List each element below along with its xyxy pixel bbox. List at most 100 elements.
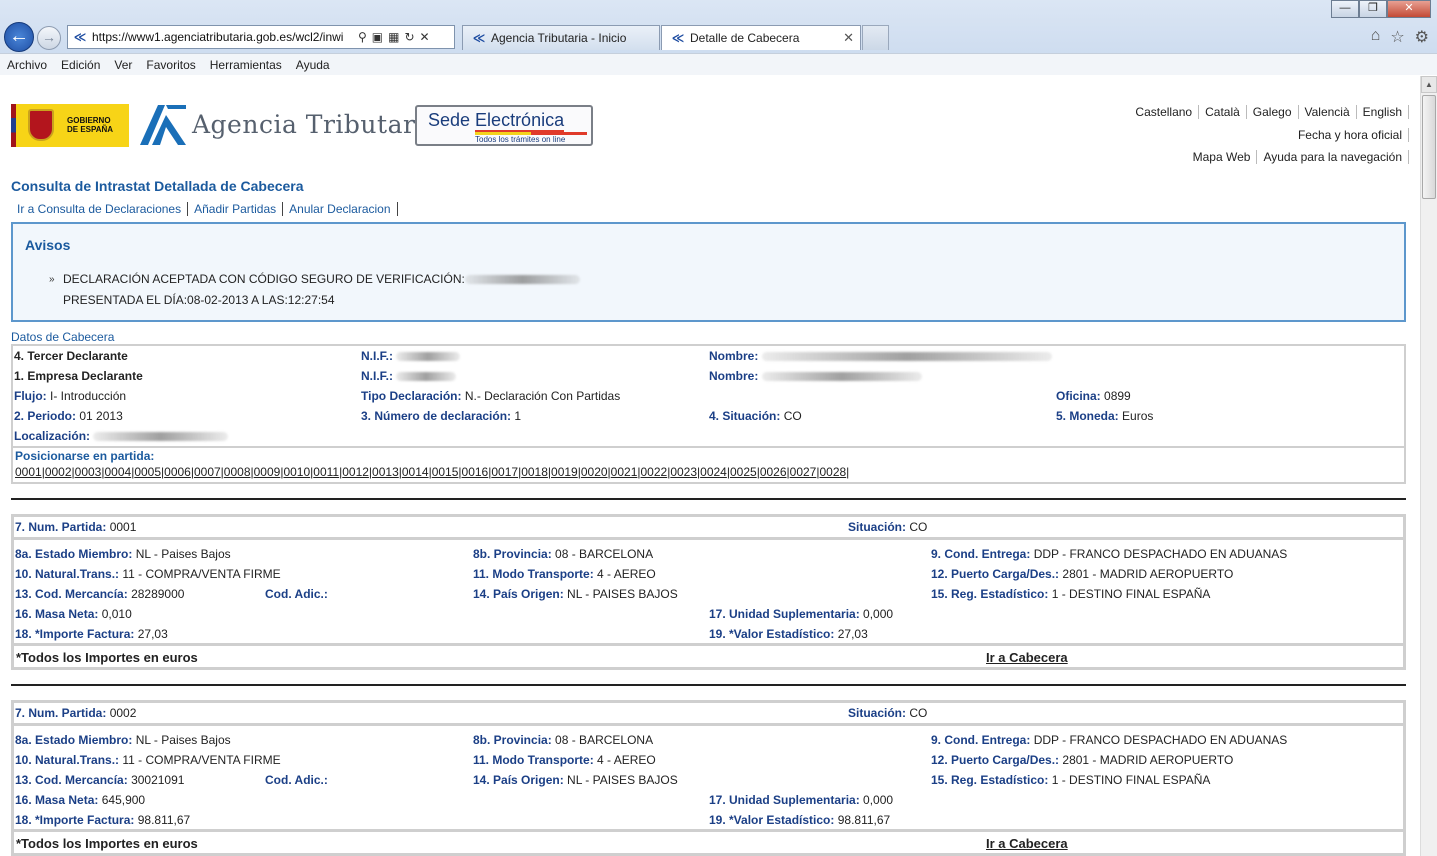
lang-galego[interactable]: Galego xyxy=(1247,105,1299,119)
puerto-carga: 12. Puerto Carga/Des.: 2801 - MADRID AER… xyxy=(931,753,1234,767)
browser-chrome: — ❐ ✕ ← → ≪ https://www1.agenciatributar… xyxy=(0,0,1437,75)
menu-edicion[interactable]: Edición xyxy=(61,58,100,72)
ir-a-cabecera-link[interactable]: Ir a Cabecera xyxy=(986,650,1068,665)
vertical-scrollbar[interactable]: ▲ xyxy=(1420,76,1437,856)
partida-link-0019[interactable]: 0019 xyxy=(551,465,581,479)
partida-link-0025[interactable]: 0025 xyxy=(730,465,760,479)
partida-link-0007[interactable]: 0007 xyxy=(194,465,224,479)
home-icon[interactable]: ⌂ xyxy=(1371,27,1381,47)
partida-link-0010[interactable]: 0010 xyxy=(283,465,313,479)
partida-link-0011[interactable]: 0011 xyxy=(313,465,342,479)
partida-link-0020[interactable]: 0020 xyxy=(581,465,611,479)
consulta-declaraciones-link[interactable]: Ir a Consulta de Declaraciones xyxy=(11,202,189,216)
compat-icon[interactable]: ▦ xyxy=(388,30,399,44)
partida-link-0009[interactable]: 0009 xyxy=(254,465,284,479)
menu-favoritos[interactable]: Favoritos xyxy=(146,58,195,72)
close-tab-icon[interactable]: ✕ xyxy=(843,30,854,46)
partida-link-0008[interactable]: 0008 xyxy=(224,465,254,479)
partida-link-0005[interactable]: 0005 xyxy=(134,465,164,479)
address-icons: ⚲ ▣ ▦ ↻ ✕ xyxy=(358,30,430,44)
moneda: 5. Moneda: Euros xyxy=(1056,409,1154,423)
address-bar[interactable]: ≪ https://www1.agenciatributaria.gob.es/… xyxy=(67,25,455,49)
partida-link-0023[interactable]: 0023 xyxy=(670,465,700,479)
gear-icon[interactable]: ⚙ xyxy=(1415,27,1429,47)
tab-detalle[interactable]: ≪ Detalle de Cabecera ✕ xyxy=(661,25,861,50)
pais-origen: 14. País Origen: NL - PAISES BAJOS xyxy=(473,587,678,601)
partida-link-0006[interactable]: 0006 xyxy=(164,465,194,479)
aviso-line-1: DECLARACIÓN ACEPTADA CON CÓDIGO SEGURO D… xyxy=(63,272,580,286)
partida-link-0026[interactable]: 0026 xyxy=(760,465,790,479)
menu-ver[interactable]: Ver xyxy=(114,58,132,72)
forward-button[interactable]: → xyxy=(37,26,61,50)
modo-transporte: 11. Modo Transporte: 4 - AEREO xyxy=(473,567,656,581)
partida-link-0004[interactable]: 0004 xyxy=(104,465,134,479)
restore-icon[interactable]: ❐ xyxy=(1359,0,1387,18)
anular-declaracion-link[interactable]: Anular Declaracion xyxy=(283,202,398,216)
partida-link-0002[interactable]: 0002 xyxy=(45,465,75,479)
ayuda-navegacion-link[interactable]: Ayuda para la navegación xyxy=(1257,150,1409,164)
new-tab-button[interactable] xyxy=(862,25,889,50)
posicionarse-title: Posicionarse en partida: xyxy=(15,449,155,463)
menu-herramientas[interactable]: Herramientas xyxy=(210,58,282,72)
scrollbar-thumb[interactable] xyxy=(1422,95,1436,199)
fecha-hora-link[interactable]: Fecha y hora oficial xyxy=(1292,128,1409,142)
lang-english[interactable]: English xyxy=(1357,105,1409,119)
partida-link-0001[interactable]: 0001 xyxy=(15,465,45,479)
partida-link-0013[interactable]: 0013 xyxy=(372,465,402,479)
sede-subtitle: Todos los trámites on line xyxy=(475,135,566,144)
anadir-partidas-link[interactable]: Añadir Partidas xyxy=(188,202,284,216)
partida-link-0012[interactable]: 0012 xyxy=(342,465,372,479)
back-button[interactable]: ← xyxy=(4,22,34,52)
importes-note: *Todos los Importes en euros xyxy=(16,836,198,851)
partida-link-0016[interactable]: 0016 xyxy=(462,465,492,479)
masa-neta: 16. Masa Neta: 0,010 xyxy=(15,607,132,621)
estado-miembro: 8a. Estado Miembro: NL - Paises Bajos xyxy=(15,547,231,561)
favorites-star-icon[interactable]: ☆ xyxy=(1390,27,1404,47)
partida-link-0015[interactable]: 0015 xyxy=(432,465,462,479)
arrow-right-icon: → xyxy=(42,29,56,45)
agency-title[interactable]: Agencia Tributaria xyxy=(192,110,439,139)
aeat-logo-icon[interactable] xyxy=(138,103,188,148)
minimize-icon[interactable]: — xyxy=(1331,0,1359,18)
partida-link-0021[interactable]: 0021 xyxy=(611,465,641,479)
divider xyxy=(11,684,1406,686)
partida-details: 8a. Estado Miembro: NL - Paises Bajos 8b.… xyxy=(14,543,1403,645)
url-text[interactable]: https://www1.agenciatributaria.gob.es/wc… xyxy=(92,30,354,44)
natural-trans: 10. Natural.Trans.: 11 - COMPRA/VENTA FI… xyxy=(15,753,281,767)
lock-icon[interactable]: ▣ xyxy=(372,30,383,44)
partida-link-0027[interactable]: 0027 xyxy=(790,465,820,479)
partida-link-0022[interactable]: 0022 xyxy=(641,465,671,479)
posicionarse-box: Posicionarse en partida: 000100020003000… xyxy=(11,448,1406,484)
menu-ayuda[interactable]: Ayuda xyxy=(296,58,330,72)
refresh-icon[interactable]: ↻ xyxy=(404,30,414,44)
lang-castellano[interactable]: Castellano xyxy=(1129,105,1200,119)
partida-link-0024[interactable]: 0024 xyxy=(700,465,730,479)
partida-link-0018[interactable]: 0018 xyxy=(521,465,551,479)
divider xyxy=(11,498,1406,500)
partida-box: 7. Num. Partida: 0001 Situación: CO 8a. Es… xyxy=(11,514,1406,670)
ir-a-cabecera-link[interactable]: Ir a Cabecera xyxy=(986,836,1068,851)
mapa-web-link[interactable]: Mapa Web xyxy=(1187,150,1258,164)
stop-icon[interactable]: ✕ xyxy=(420,30,430,44)
menu-archivo[interactable]: Archivo xyxy=(7,58,47,72)
unidad-suplementaria: 17. Unidad Suplementaria: 0,000 xyxy=(709,793,894,807)
valor-estadistico: 19. *Valor Estadístico: 98.811,67 xyxy=(709,813,891,827)
numero-declaracion: 3. Número de declaración: 1 xyxy=(361,409,522,423)
language-links: Castellano Català Galego Valencià Englis… xyxy=(1129,105,1409,119)
redacted-code xyxy=(464,275,580,285)
scroll-up-icon[interactable]: ▲ xyxy=(1421,76,1437,93)
situacion-partida: Situación: CO xyxy=(848,520,928,534)
datos-cabecera-title: Datos de Cabecera xyxy=(11,330,115,344)
gobierno-logo[interactable]: GOBIERNO DE ESPAÑA xyxy=(11,104,129,147)
tab-inicio[interactable]: ≪ Agencia Tributaria - Inicio xyxy=(462,25,660,50)
partida-link-0017[interactable]: 0017 xyxy=(491,465,521,479)
partida-link-0003[interactable]: 0003 xyxy=(75,465,105,479)
search-icon[interactable]: ⚲ xyxy=(358,30,367,44)
lang-catala[interactable]: Català xyxy=(1199,105,1247,119)
partida-details: 8a. Estado Miembro: NL - Paises Bajos 8b.… xyxy=(14,729,1403,831)
partida-link-0028[interactable]: 0028 xyxy=(819,465,849,479)
sede-electronica-logo[interactable]: Sede Electrónica Todos los trámites on l… xyxy=(415,105,593,146)
partida-link-0014[interactable]: 0014 xyxy=(402,465,432,479)
lang-valencia[interactable]: Valencià xyxy=(1299,105,1357,119)
close-window-icon[interactable]: ✕ xyxy=(1387,0,1431,18)
